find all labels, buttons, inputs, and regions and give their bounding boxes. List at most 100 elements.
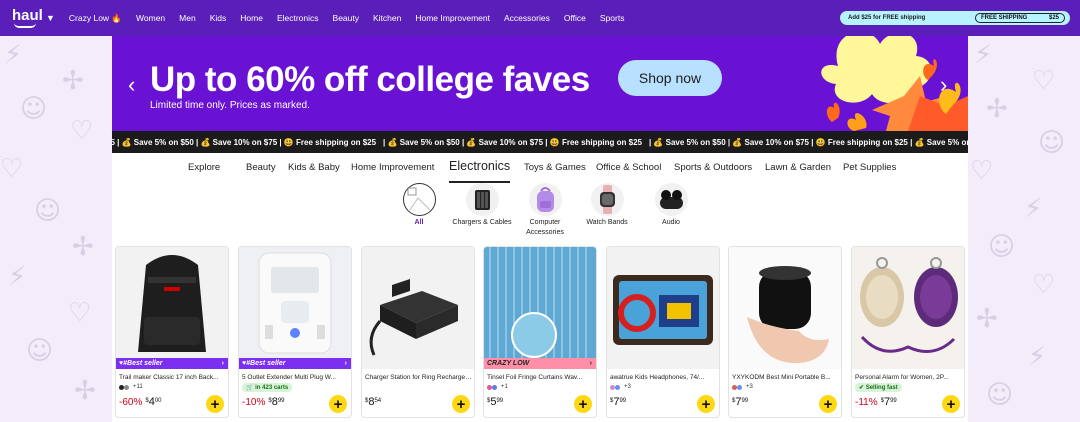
tab-lawn-garden[interactable]: Lawn & Garden <box>765 162 831 173</box>
tab-explore[interactable]: Explore <box>188 162 220 173</box>
nav-link-kitchen[interactable]: Kitchen <box>373 13 401 24</box>
nav-link-accessories[interactable]: Accessories <box>504 13 550 24</box>
hero-subtitle: Limited time only. Prices as marked. <box>150 100 310 111</box>
product-title: 5 Outlet Extender Multi Plug W... <box>242 374 336 381</box>
free-shipping-progress[interactable]: Add $25 for FREE shipping FREE SHIPPING … <box>840 11 1070 25</box>
carts-badge-text: in 423 carts <box>255 384 289 391</box>
color-swatches: +3 <box>610 384 631 390</box>
selling-fast-badge: ✔ Selling fast <box>855 383 902 392</box>
tag-label: CRAZY LOW <box>487 360 530 367</box>
subcategory-chargers-cables[interactable]: Chargers & Cables <box>447 183 517 228</box>
more-colors-count: +3 <box>624 384 631 390</box>
crazy-low-tag: CRAZY LOW › <box>484 358 596 369</box>
sparkle-icon: ✢ <box>986 94 1008 124</box>
nav-link-crazy-low[interactable]: Crazy Low 🔥 <box>69 13 122 24</box>
product-card[interactable]: YXYKODM Best Mini Portable B... +3 $7 99 … <box>728 246 842 418</box>
nav-link-kids[interactable]: Kids <box>210 13 227 24</box>
backpack-image <box>528 183 562 216</box>
tab-electronics[interactable]: Electronics <box>449 159 511 183</box>
chevron-right-icon: › <box>344 360 347 367</box>
add-to-cart-button[interactable]: + <box>697 395 715 413</box>
tab-sports-outdoors[interactable]: Sports & Outdoors <box>674 162 752 173</box>
product-title: Trail maker Classic 17 inch Back... <box>119 374 219 381</box>
nav-link-men[interactable]: Men <box>179 13 196 24</box>
product-price: $8 54 <box>365 397 381 408</box>
add-to-cart-button[interactable]: + <box>452 395 470 413</box>
tab-beauty[interactable]: Beauty <box>246 162 276 173</box>
subcategory-row: All Chargers & Cables Computer Accessori… <box>112 183 968 243</box>
product-image <box>239 247 351 358</box>
product-title: awatrue Kids Headphones, 74/... <box>610 374 705 381</box>
product-price: $7 99 <box>610 397 626 408</box>
smile-icon: ☺ <box>20 94 48 124</box>
logo-text: haul <box>12 6 43 24</box>
smile-icon: ☺ <box>986 380 1014 410</box>
background-pattern-left: ⚡ ✢ ☺ ♡ ♡ ☺ ✢ ⚡ ♡ ☺ ✢ <box>0 36 112 422</box>
product-card[interactable]: ♥ #Best seller › 5 Outlet Extender Multi P… <box>238 246 352 418</box>
tab-toys-games[interactable]: Toys & Games <box>524 162 586 173</box>
earbuds-image <box>654 183 688 216</box>
product-image <box>729 247 841 369</box>
background-pattern-right: ⚡ ♡ ✢ ☺ ♡ ⚡ ☺ ♡ ✢ ⚡ ☺ <box>968 36 1080 422</box>
subcategory-all[interactable]: All <box>384 183 454 228</box>
product-title: Tinsel Foil Fringe Curtains Wav... <box>487 374 583 381</box>
nav-links: Crazy Low 🔥 Women Men Kids Home Electron… <box>69 13 639 24</box>
top-nav: haul ▼ Crazy Low 🔥 Women Men Kids Home E… <box>0 0 1080 36</box>
tag-label: #Best seller <box>123 360 163 367</box>
nav-link-home-improvement[interactable]: Home Improvement <box>415 13 490 24</box>
subcategory-watch-bands[interactable]: Watch Bands <box>572 183 642 228</box>
tab-pet-supplies[interactable]: Pet Supplies <box>843 162 896 173</box>
product-price: $5 99 <box>487 397 503 408</box>
selling-fast-text: Selling fast <box>865 384 898 391</box>
add-to-cart-button[interactable]: + <box>206 395 224 413</box>
subcategory-label: Computer Accessories <box>526 219 564 236</box>
chat-heart-icon: ♡ <box>70 116 94 146</box>
subcategory-computer-accessories[interactable]: Computer Accessories <box>510 183 580 238</box>
add-to-cart-button[interactable]: + <box>574 395 592 413</box>
nav-link-women[interactable]: Women <box>136 13 165 24</box>
carts-badge: 🛒 in 423 carts <box>242 383 293 392</box>
best-seller-tag: ♥ #Best seller › <box>239 358 351 369</box>
cart-icon: 🛒 <box>246 385 256 391</box>
discount-percent: -11% <box>855 397 878 408</box>
sparkle-icon: ✢ <box>976 304 998 334</box>
lightning-icon: ⚡ <box>8 262 27 292</box>
product-image <box>852 247 964 369</box>
tab-kids-baby[interactable]: Kids & Baby <box>288 162 340 173</box>
add-to-cart-button[interactable]: + <box>942 395 960 413</box>
promo-ticker: 25 | 💰 Save 5% on $50 | 💰 Save 10% on $7… <box>112 131 968 153</box>
hero-banner[interactable]: ‹ › Up to 60% off college faves Limited … <box>112 36 968 131</box>
price-cents: 99 <box>496 398 504 404</box>
product-card[interactable]: Charger Station for Ring Rechargeable Ba… <box>361 246 475 418</box>
product-image <box>484 247 596 358</box>
nav-link-sports[interactable]: Sports <box>600 13 625 24</box>
tab-office-school[interactable]: Office & School <box>596 162 661 173</box>
product-card[interactable]: Personal Alarm for Women, 2P... ✔ Sellin… <box>851 246 965 418</box>
subcategory-audio[interactable]: Audio <box>636 183 706 228</box>
add-to-cart-button[interactable]: + <box>819 395 837 413</box>
nav-link-beauty[interactable]: Beauty <box>333 13 359 24</box>
all-image <box>402 183 436 216</box>
nav-link-home[interactable]: Home <box>240 13 263 24</box>
chevron-down-icon[interactable]: ▼ <box>46 13 55 23</box>
product-card[interactable]: ♥ #Best seller › Trail maker Classic 17 in… <box>115 246 229 418</box>
shop-now-button[interactable]: Shop now <box>618 60 722 96</box>
carousel-prev-button[interactable]: ‹ <box>128 72 135 98</box>
smile-icon: ☺ <box>988 232 1016 262</box>
tab-home-improvement[interactable]: Home Improvement <box>351 162 434 173</box>
smile-icon: ☺ <box>1038 128 1066 158</box>
free-shipping-label: FREE SHIPPING <box>981 15 1028 21</box>
subcategory-label: Chargers & Cables <box>452 219 512 226</box>
nav-link-electronics[interactable]: Electronics <box>277 13 319 24</box>
price-cents: 54 <box>374 398 382 404</box>
product-card[interactable]: awatrue Kids Headphones, 74/... +3 $7 99 … <box>606 246 720 418</box>
add-to-cart-button[interactable]: + <box>329 395 347 413</box>
nav-link-office[interactable]: Office <box>564 13 586 24</box>
carousel-next-button[interactable]: › <box>940 72 947 98</box>
product-image <box>362 247 474 369</box>
chevron-right-icon: › <box>589 360 592 367</box>
price-cents: 00 <box>154 398 162 404</box>
swatch-dots-icon <box>610 384 622 390</box>
product-card[interactable]: CRAZY LOW › Tinsel Foil Fringe Curtains W… <box>483 246 597 418</box>
color-swatches: +3 <box>732 384 753 390</box>
